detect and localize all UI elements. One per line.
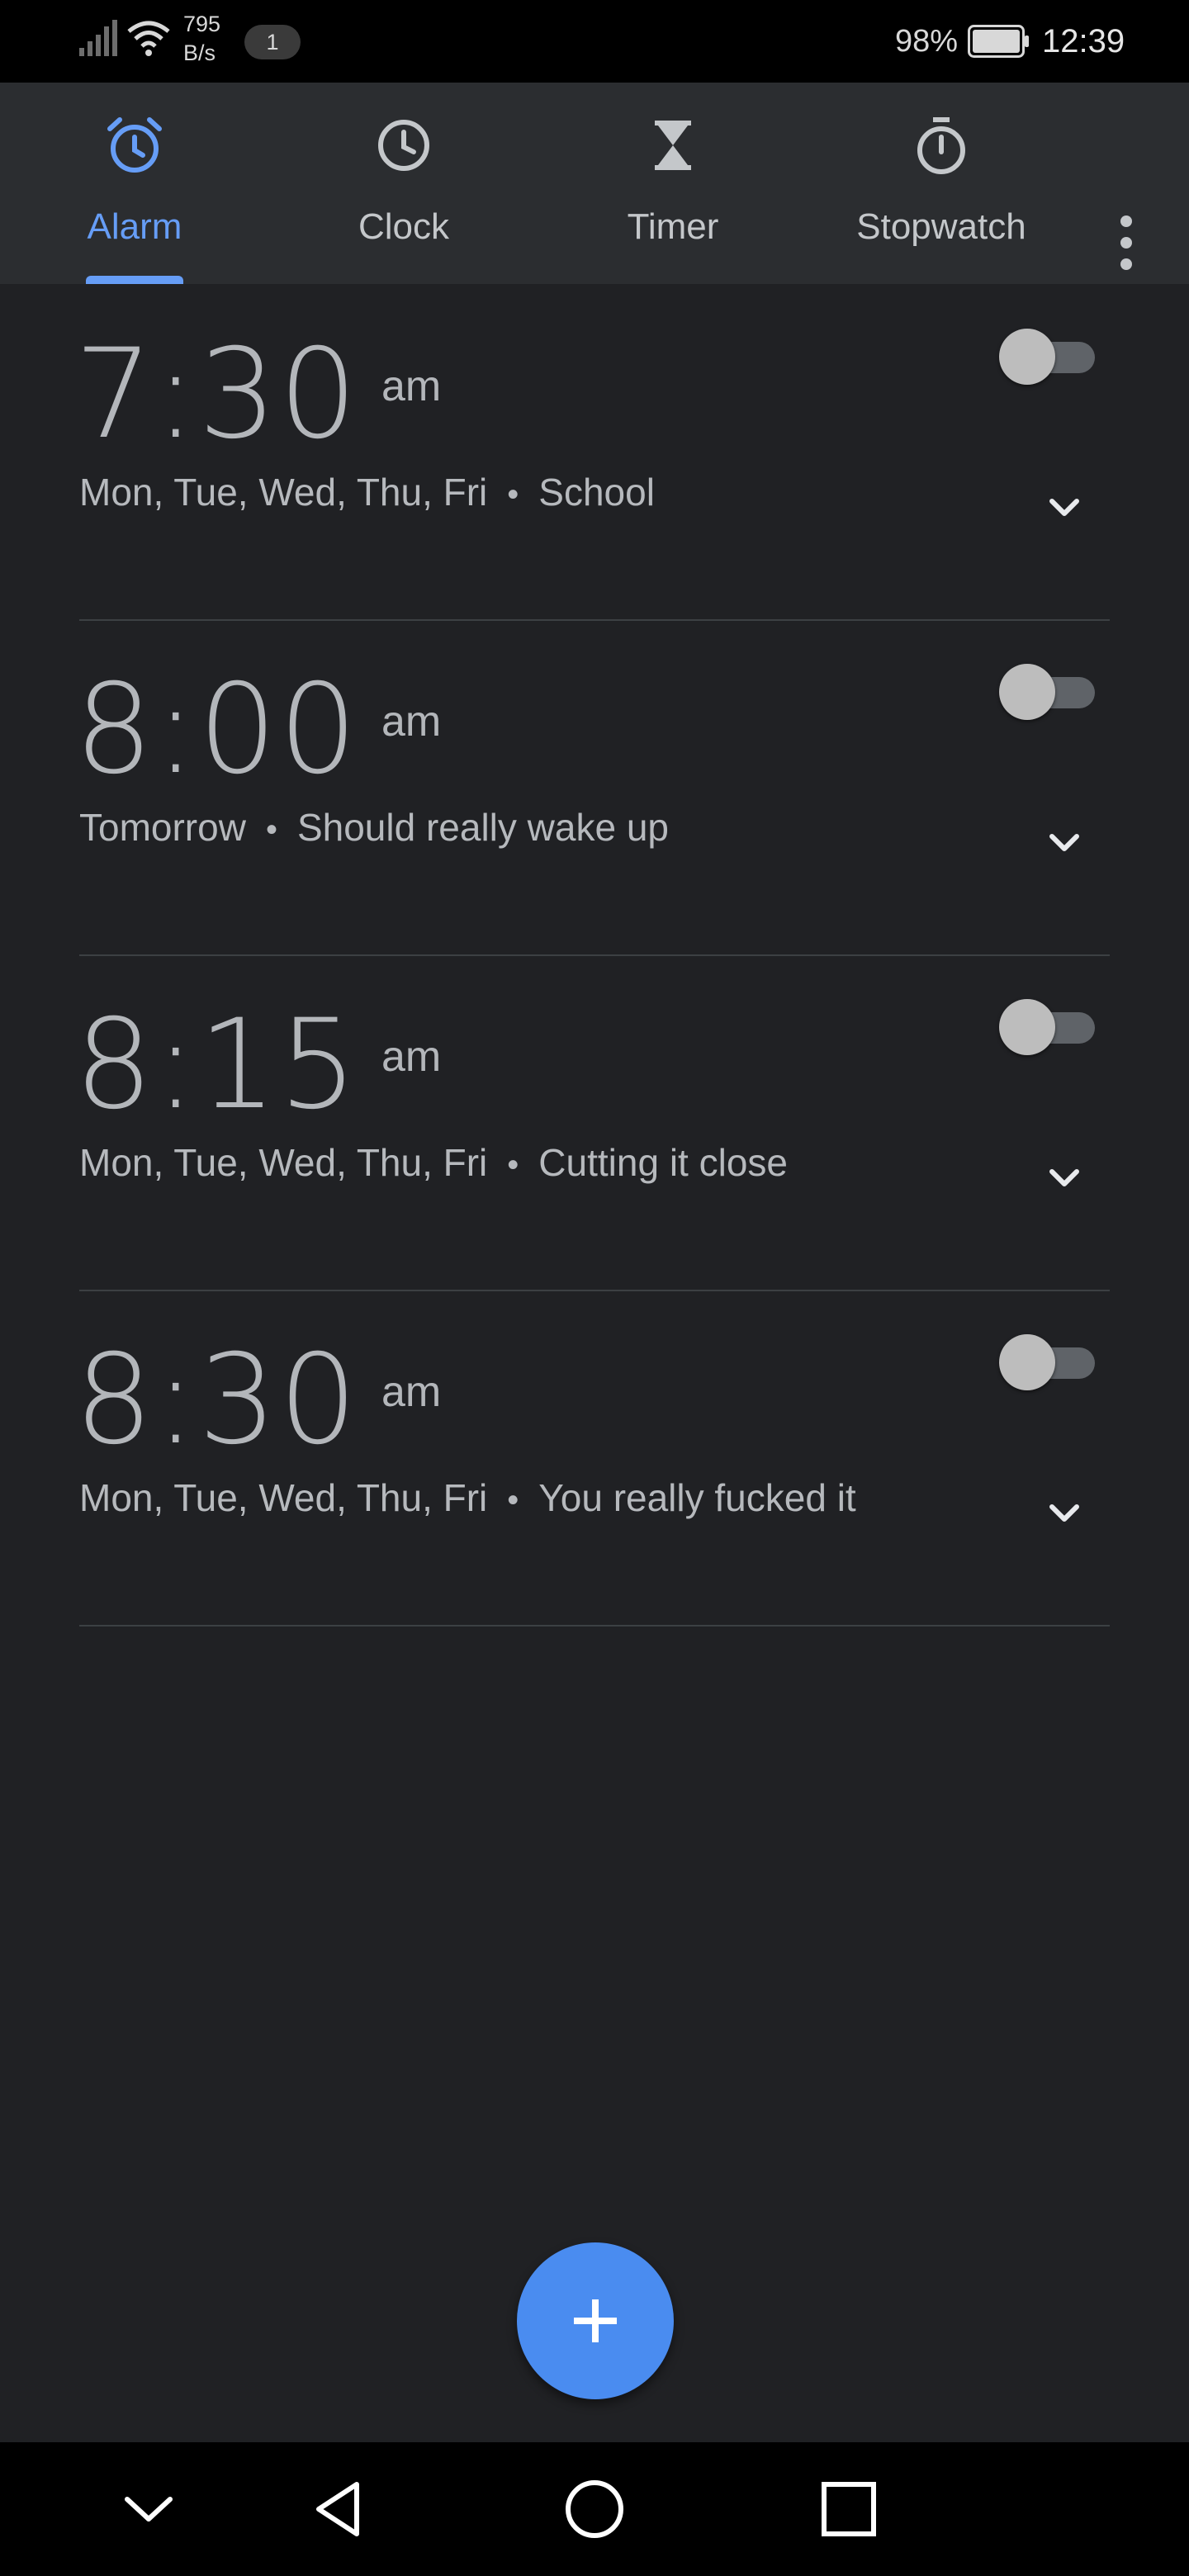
tab-label-clock: Clock [358, 206, 450, 247]
alarm-ampm: am [381, 698, 442, 746]
network-speed: 795 B/s [183, 12, 221, 65]
alarm-icon [107, 117, 162, 173]
alarm-details: Mon, Tue, Wed, Thu, Fri • School [79, 467, 655, 519]
alarm-label: You really fucked it [538, 1476, 856, 1519]
battery-percent: 98% [895, 24, 959, 59]
plus-icon [574, 2299, 617, 2342]
battery-icon [968, 25, 1029, 58]
chevron-down-icon[interactable] [1044, 822, 1085, 864]
alarm-item[interactable]: 7:30 am Mon, Tue, Wed, Thu, Fri • School [0, 286, 1189, 621]
alarm-toggle[interactable] [999, 329, 1095, 385]
chevron-down-icon[interactable] [116, 2476, 182, 2542]
chevron-down-icon[interactable] [1044, 487, 1085, 528]
alarm-days: Mon, Tue, Wed, Thu, Fri [79, 1141, 488, 1184]
active-tab-indicator [86, 276, 183, 284]
separator-dot: • [507, 476, 519, 513]
separator-dot: • [507, 1482, 519, 1518]
toggle-thumb [999, 664, 1055, 720]
status-time: 12:39 [1042, 23, 1125, 59]
alarm-label: Cutting it close [538, 1141, 788, 1184]
alarm-details: Mon, Tue, Wed, Thu, Fri • You really fucke… [79, 1473, 856, 1525]
tab-label-timer: Timer [627, 206, 719, 247]
tab-alarm[interactable]: Alarm [11, 83, 258, 284]
status-bar: 795 B/s 1 98% 12:39 [0, 0, 1189, 83]
wifi-icon [127, 21, 170, 56]
clock-icon [378, 120, 429, 171]
chevron-down-icon[interactable] [1044, 1493, 1085, 1534]
back-icon[interactable] [307, 2476, 373, 2542]
alarm-item[interactable]: 8:00 am Tomorrow • Should really wake up [0, 621, 1189, 956]
tab-timer[interactable]: Timer [549, 83, 797, 284]
alarm-details: Mon, Tue, Wed, Thu, Fri • Cutting it close [79, 1138, 788, 1190]
home-icon[interactable] [561, 2476, 628, 2542]
alarm-details: Tomorrow • Should really wake up [79, 803, 669, 855]
alarm-days: Tomorrow [79, 806, 246, 849]
system-navigation-bar [0, 2442, 1189, 2576]
alarm-time[interactable]: 8:15 [74, 999, 359, 1131]
alarm-ampm: am [381, 362, 442, 410]
alarm-item[interactable]: 8:15 am Mon, Tue, Wed, Thu, Fri • Cutting … [0, 956, 1189, 1291]
alarm-time[interactable]: 8:30 [74, 1334, 359, 1466]
alarm-toggle[interactable] [999, 664, 1095, 720]
divider [79, 1625, 1110, 1627]
alarm-toggle[interactable] [999, 999, 1095, 1055]
alarm-ampm: am [381, 1368, 442, 1416]
alarm-ampm: am [381, 1033, 442, 1081]
alarm-days: Mon, Tue, Wed, Thu, Fri [79, 1476, 488, 1519]
signal-icon [79, 20, 117, 56]
toggle-thumb [999, 999, 1055, 1055]
add-alarm-button[interactable] [517, 2242, 674, 2399]
tab-stopwatch[interactable]: Stopwatch [817, 83, 1065, 284]
tab-label-stopwatch: Stopwatch [856, 206, 1026, 247]
alarm-time[interactable]: 8:00 [74, 664, 359, 796]
separator-dot: • [265, 812, 277, 848]
tab-clock[interactable]: Clock [280, 83, 528, 284]
stopwatch-icon [917, 117, 965, 174]
toggle-thumb [999, 1334, 1055, 1390]
more-options-icon[interactable] [1103, 210, 1149, 276]
toggle-thumb [999, 329, 1055, 385]
alarm-days: Mon, Tue, Wed, Thu, Fri [79, 471, 488, 514]
alarm-item[interactable]: 8:30 am Mon, Tue, Wed, Thu, Fri • You real… [0, 1291, 1189, 1627]
alarm-time[interactable]: 7:30 [74, 329, 359, 461]
notification-count-badge: 1 [244, 25, 301, 59]
separator-dot: • [507, 1147, 519, 1183]
alarm-label: School [538, 471, 655, 514]
recent-apps-icon[interactable] [816, 2476, 882, 2542]
tab-bar: Alarm Clock Timer Stopwatch [0, 83, 1189, 284]
alarm-toggle[interactable] [999, 1334, 1095, 1390]
alarm-label: Should really wake up [296, 806, 670, 849]
chevron-down-icon[interactable] [1044, 1158, 1085, 1199]
hourglass-icon [655, 121, 691, 170]
tab-label-alarm: Alarm [87, 206, 182, 247]
